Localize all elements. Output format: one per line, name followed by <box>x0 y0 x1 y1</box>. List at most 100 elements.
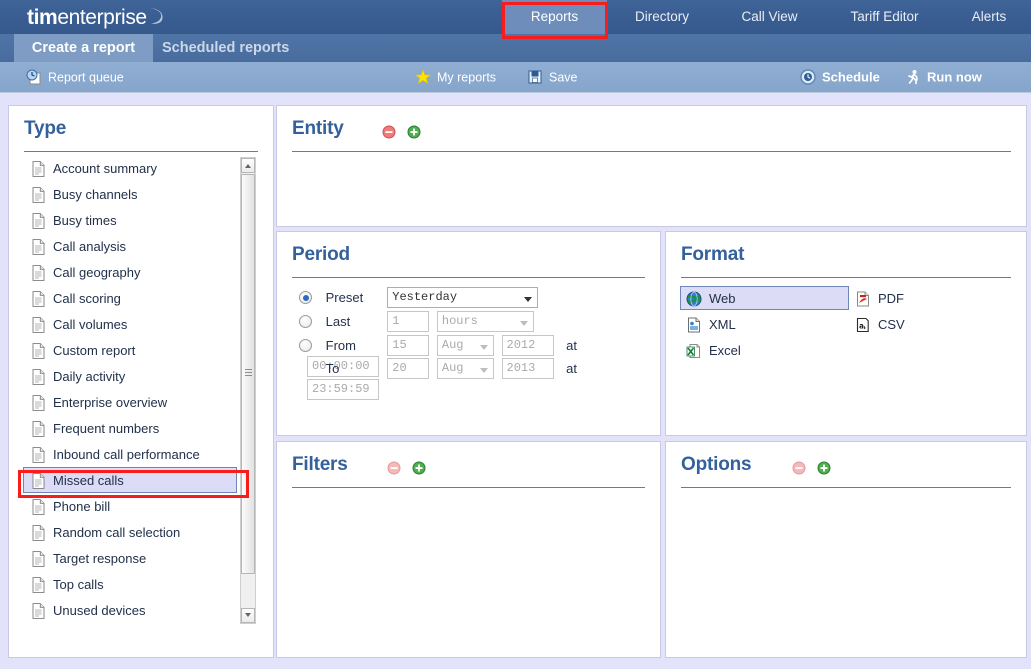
document-icon <box>32 342 45 359</box>
app-logo: timenterprise <box>27 5 164 30</box>
my-reports-button[interactable]: My reports <box>415 62 496 92</box>
period-panel-title: Period <box>292 244 350 265</box>
type-item-top-calls[interactable]: Top calls <box>23 571 237 597</box>
type-item-label: Call analysis <box>53 239 126 254</box>
type-item-random-call-selection[interactable]: Random call selection <box>23 519 237 545</box>
nav-item-tariff-editor[interactable]: Tariff Editor <box>822 0 947 34</box>
format-option-label: XML <box>709 317 736 332</box>
plus-circle-icon[interactable] <box>817 461 831 475</box>
type-item-label: Top calls <box>53 577 104 592</box>
globe-icon <box>686 291 702 307</box>
format-option-label: PDF <box>878 291 904 306</box>
period-from-day-input[interactable]: 15 <box>387 335 430 356</box>
period-last-row: Last 1 hours <box>299 311 639 333</box>
period-to-time-input[interactable]: 23:59:59 <box>307 379 379 400</box>
chevron-down-icon <box>519 321 528 326</box>
type-item-daily-activity[interactable]: Daily activity <box>23 363 237 389</box>
tab-create-a-report[interactable]: Create a report <box>14 34 153 62</box>
period-from-year-input[interactable]: 2012 <box>501 335 554 356</box>
clock-icon <box>800 68 816 85</box>
document-icon <box>32 290 45 307</box>
document-icon <box>32 394 45 411</box>
svg-text:a: a <box>859 321 864 330</box>
document-icon <box>32 420 45 437</box>
minus-circle-icon[interactable] <box>382 125 396 139</box>
type-item-custom-report[interactable]: Custom report <box>23 337 237 363</box>
excel-icon <box>686 343 702 359</box>
tab-scheduled-reports[interactable]: Scheduled reports <box>162 34 334 62</box>
type-item-label: Call volumes <box>53 317 128 332</box>
nav-item-call-view[interactable]: Call View <box>717 0 822 34</box>
my-reports-label: My reports <box>437 70 497 85</box>
floppy-disk-icon <box>527 69 543 85</box>
type-item-label: Custom report <box>53 343 136 358</box>
format-option-csv[interactable]: a CSV <box>849 312 969 336</box>
period-preset-radio[interactable] <box>299 291 312 304</box>
scroll-down-button[interactable] <box>241 608 255 623</box>
period-to-year-input[interactable]: 2013 <box>501 358 554 379</box>
period-last-unit-select[interactable]: hours <box>436 311 534 332</box>
logo-bold-text: tim <box>27 6 58 29</box>
document-icon <box>32 498 45 515</box>
save-button[interactable]: Save <box>527 62 578 92</box>
type-item-phone-bill[interactable]: Phone bill <box>23 493 237 519</box>
type-item-call-scoring[interactable]: Call scoring <box>23 285 237 311</box>
format-option-pdf[interactable]: PDF <box>849 286 969 310</box>
period-to-day-input[interactable]: 20 <box>387 358 430 379</box>
type-list-scrollbar[interactable] <box>240 157 256 624</box>
filters-panel: Filters <box>276 441 661 658</box>
period-from-radio[interactable] <box>299 339 312 352</box>
minus-circle-icon[interactable] <box>387 461 401 475</box>
document-icon <box>32 368 45 385</box>
format-option-web[interactable]: Web <box>680 286 849 310</box>
period-last-value-input[interactable]: 1 <box>387 311 430 332</box>
nav-item-reports[interactable]: Reports <box>502 0 607 34</box>
minus-circle-icon[interactable] <box>792 461 806 475</box>
type-item-frequent-numbers[interactable]: Frequent numbers <box>23 415 237 441</box>
scrollbar-thumb[interactable] <box>241 174 255 574</box>
options-panel-divider <box>681 487 1011 488</box>
document-icon <box>32 212 45 229</box>
type-item-unused-devices[interactable]: Unused devices <box>23 597 237 623</box>
run-now-button[interactable]: Run now <box>905 62 982 92</box>
period-from-month-select[interactable]: Aug <box>436 335 494 356</box>
run-now-label: Run now <box>927 69 982 85</box>
options-panel: Options <box>665 441 1027 658</box>
csv-icon: a <box>855 317 871 333</box>
plus-circle-icon[interactable] <box>407 125 421 139</box>
schedule-button[interactable]: Schedule <box>800 62 880 92</box>
period-preset-select[interactable]: Yesterday <box>387 287 539 308</box>
chevron-up-icon <box>245 164 251 168</box>
period-panel-divider <box>292 277 645 278</box>
type-item-label: Enterprise overview <box>53 395 168 410</box>
nav-item-directory[interactable]: Directory <box>607 0 717 34</box>
format-option-label: Web <box>709 291 736 306</box>
report-type-list[interactable]: Account summary Busy channels Busy times… <box>23 155 251 625</box>
period-last-radio[interactable] <box>299 315 312 328</box>
type-item-target-response[interactable]: Target response <box>23 545 237 571</box>
type-item-call-analysis[interactable]: Call analysis <box>23 233 237 259</box>
report-queue-button[interactable]: Report queue <box>26 62 124 92</box>
entity-panel-title: Entity <box>292 118 344 139</box>
entity-panel: Entity <box>276 105 1027 227</box>
type-item-account-summary[interactable]: Account summary <box>23 155 237 181</box>
pdf-icon <box>855 291 871 307</box>
type-item-inbound-call-performance[interactable]: Inbound call performance <box>23 441 237 467</box>
type-item-enterprise-overview[interactable]: Enterprise overview <box>23 389 237 415</box>
period-last-label: Last <box>325 314 351 329</box>
type-item-missed-calls[interactable]: Missed calls <box>23 467 237 493</box>
format-option-excel[interactable]: Excel <box>680 338 849 362</box>
type-item-label: Missed calls <box>53 473 124 488</box>
period-to-row: To 20 Aug 2013 at 23:59:59 <box>299 358 649 400</box>
period-from-label: From <box>325 338 356 353</box>
scroll-up-button[interactable] <box>241 158 255 173</box>
nav-item-alerts[interactable]: Alerts <box>947 0 1031 34</box>
type-item-busy-times[interactable]: Busy times <box>23 207 237 233</box>
plus-circle-icon[interactable] <box>412 461 426 475</box>
type-item-call-volumes[interactable]: Call volumes <box>23 311 237 337</box>
type-item-busy-channels[interactable]: Busy channels <box>23 181 237 207</box>
format-option-xml[interactable]: XML <box>680 312 849 336</box>
type-item-call-geography[interactable]: Call geography <box>23 259 237 285</box>
period-from-row: From 15 Aug 2012 at 00:00:00 <box>299 335 649 377</box>
period-to-month-select[interactable]: Aug <box>436 358 494 379</box>
